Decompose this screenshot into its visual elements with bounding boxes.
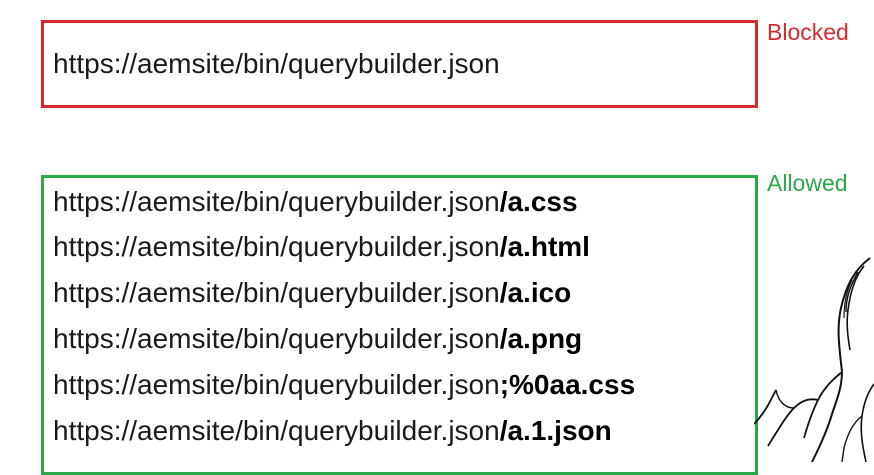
allowed-label: Allowed [767,170,848,196]
allowed-url-base: https://aemsite/bin/querybuilder.json [53,323,500,354]
blocked-label: Blocked [767,19,849,45]
allowed-url-suffix: /a.css [499,186,578,217]
allowed-url-item: https://aemsite/bin/querybuilder.json/a.… [53,325,582,353]
allowed-url-base: https://aemsite/bin/querybuilder.json [53,277,500,308]
allowed-url-suffix: /a.1.json [499,415,612,446]
allowed-url-suffix: /a.ico [499,277,572,308]
allowed-url-suffix: /a.png [499,323,583,354]
allowed-url-item: https://aemsite/bin/querybuilder.json;%0… [53,371,635,399]
allowed-url-base: https://aemsite/bin/querybuilder.json [53,369,500,400]
allowed-url-item: https://aemsite/bin/querybuilder.json/a.… [53,279,571,307]
facepalm-icon [754,257,874,462]
allowed-url-base: https://aemsite/bin/querybuilder.json [53,415,500,446]
allowed-url-suffix: /a.html [499,231,590,262]
blocked-url: https://aemsite/bin/querybuilder.json [53,48,500,79]
allowed-url-base: https://aemsite/bin/querybuilder.json [53,186,500,217]
allowed-url-item: https://aemsite/bin/querybuilder.json/a.… [53,233,590,261]
allowed-url-item: https://aemsite/bin/querybuilder.json/a.… [53,188,578,216]
allowed-url-base: https://aemsite/bin/querybuilder.json [53,231,500,262]
allowed-url-item: https://aemsite/bin/querybuilder.json/a.… [53,417,612,445]
allowed-url-suffix: ;%0aa.css [499,369,636,400]
